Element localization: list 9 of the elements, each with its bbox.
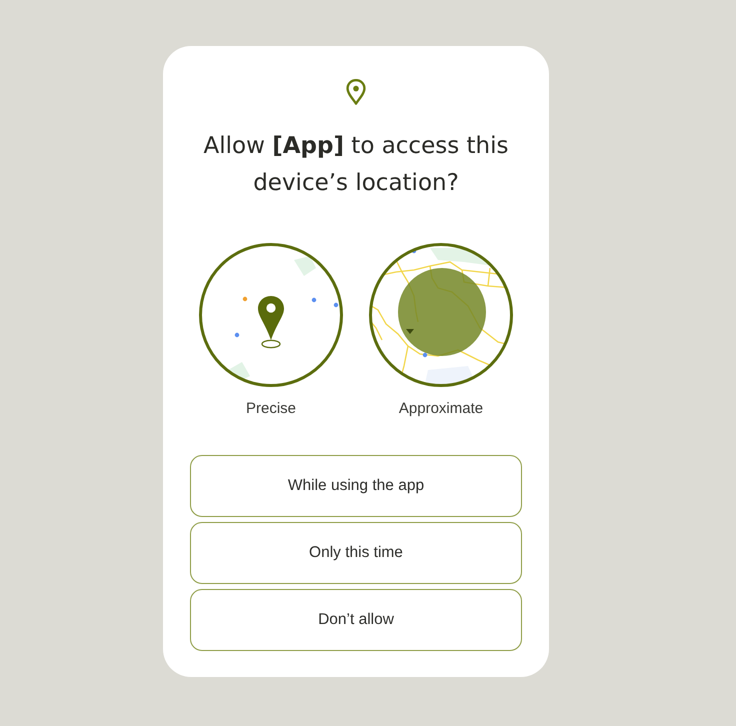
permission-button[interactable]: Don’t allow bbox=[190, 589, 522, 651]
permission-button[interactable]: While using the app bbox=[190, 455, 522, 517]
location-pin-icon bbox=[258, 296, 284, 348]
location-pin-icon bbox=[345, 78, 367, 106]
map-marker-icon bbox=[406, 329, 414, 334]
dialog-title: Allow [App] to access this device’s location? bbox=[202, 132, 510, 198]
permission-button[interactable]: Only this time bbox=[190, 522, 522, 584]
location-option[interactable]: Precise bbox=[198, 242, 344, 417]
location-option[interactable]: Approximate bbox=[368, 242, 514, 417]
